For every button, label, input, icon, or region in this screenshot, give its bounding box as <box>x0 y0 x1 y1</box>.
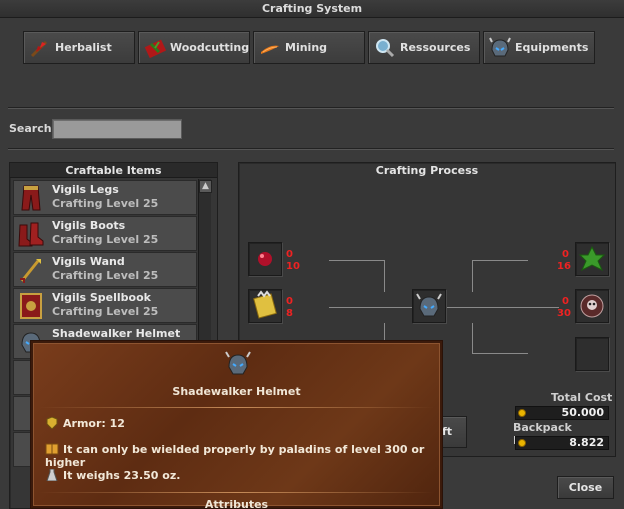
category-mining-label: Mining <box>285 41 328 54</box>
axe-icon <box>144 39 167 59</box>
connector <box>472 260 528 261</box>
ingredient-have: 0 <box>286 296 293 307</box>
tooltip-divider <box>39 492 434 493</box>
spellbook-icon <box>20 293 42 319</box>
category-ressources-button[interactable]: Ressources <box>368 31 480 64</box>
list-item[interactable]: Vigils Boots Crafting Level 25 <box>13 216 197 251</box>
total-cost-value: 50.000 <box>515 406 609 420</box>
tooltip-item-name: Shadewalker Helmet <box>172 385 301 398</box>
connector <box>329 260 385 261</box>
helmet-icon <box>225 351 251 375</box>
search-input[interactable] <box>52 119 182 139</box>
ingredient-slot[interactable] <box>575 289 609 323</box>
result-slot[interactable] <box>412 289 446 323</box>
crafting-process-title: Crafting Process <box>375 164 479 177</box>
ingredient-slot-empty[interactable] <box>575 337 609 371</box>
ingredient-slot[interactable] <box>575 242 609 276</box>
scroll-icon <box>253 290 277 319</box>
item-level: Crafting Level 25 <box>52 269 159 282</box>
ingredient-need: 16 <box>557 261 571 272</box>
tooltip-weight: It weighs 23.50 oz. <box>45 469 180 482</box>
scroll-up-icon[interactable]: ▲ <box>199 180 212 193</box>
list-item[interactable]: Vigils Spellbook Crafting Level 25 <box>13 288 197 323</box>
tooltip-attributes-heading: Attributes <box>204 498 269 509</box>
item-tooltip: Shadewalker Helmet Armor: 12 It can only… <box>30 340 443 509</box>
leaf-icon <box>578 245 606 272</box>
search-label: Search <box>9 122 52 135</box>
ingredient-slot[interactable] <box>248 242 282 276</box>
connector <box>329 307 412 308</box>
coin-icon <box>518 409 526 417</box>
herb-icon <box>30 40 48 58</box>
item-name: Vigils Legs <box>52 183 119 196</box>
boots-icon <box>18 222 44 247</box>
item-name: Vigils Wand <box>52 255 125 268</box>
item-level: Crafting Level 25 <box>52 305 159 318</box>
list-item[interactable]: Vigils Legs Crafting Level 25 <box>13 180 197 215</box>
window-title: Crafting System <box>0 0 624 18</box>
helmet-icon <box>489 37 511 57</box>
item-name: Vigils Boots <box>52 219 126 232</box>
ingredient-slot[interactable] <box>248 289 282 323</box>
book-icon <box>45 443 59 455</box>
ingredient-have: 0 <box>286 249 293 260</box>
ingredient-have: 0 <box>562 296 569 307</box>
helmet-icon <box>416 293 442 317</box>
item-name: Vigils Spellbook <box>52 291 151 304</box>
ingredient-need: 30 <box>557 308 571 319</box>
coin-icon <box>518 439 526 447</box>
ingredient-need: 10 <box>286 261 300 272</box>
divider <box>8 107 614 109</box>
pickaxe-icon <box>261 45 279 54</box>
connector <box>446 307 559 308</box>
skull-icon <box>580 294 604 318</box>
ingredient-need: 8 <box>286 308 293 319</box>
crafting-window: Crafting System Herbalist Woodcutting Mi… <box>0 0 624 509</box>
connector <box>472 260 473 292</box>
category-equipments-label: Equipments <box>515 41 589 54</box>
divider <box>8 148 614 150</box>
tooltip-armor: Armor: 12 <box>45 417 125 430</box>
backpack-money-value: 8.822 <box>515 436 609 450</box>
category-equipments-button[interactable]: Equipments <box>483 31 595 64</box>
red-orb-icon <box>258 252 272 266</box>
category-ressources-label: Ressources <box>400 41 471 54</box>
item-level: Crafting Level 25 <box>52 233 159 246</box>
tooltip-wield-requirement: It can only be wielded properly by palad… <box>45 443 425 469</box>
item-level: Crafting Level 25 <box>52 197 159 210</box>
magnifier-icon <box>376 39 395 58</box>
wand-icon <box>20 259 41 283</box>
craftable-items-title: Craftable Items <box>10 163 217 178</box>
legs-icon <box>21 185 41 211</box>
total-cost-label: Total Cost <box>551 391 613 404</box>
tooltip-divider <box>39 407 434 408</box>
category-herbalist-label: Herbalist <box>55 41 112 54</box>
category-woodcutting-button[interactable]: Woodcutting <box>138 31 250 64</box>
close-button[interactable]: Close <box>557 476 614 499</box>
armor-icon <box>46 417 58 429</box>
ingredient-have: 0 <box>562 249 569 260</box>
item-name: Shadewalker Helmet <box>52 327 181 340</box>
weight-icon <box>46 469 58 481</box>
category-woodcutting-label: Woodcutting <box>170 41 250 54</box>
connector <box>472 323 473 353</box>
list-item[interactable]: Vigils Wand Crafting Level 25 <box>13 252 197 287</box>
category-mining-button[interactable]: Mining <box>253 31 365 64</box>
connector <box>384 260 385 292</box>
category-herbalist-button[interactable]: Herbalist <box>23 31 135 64</box>
connector <box>472 353 528 354</box>
